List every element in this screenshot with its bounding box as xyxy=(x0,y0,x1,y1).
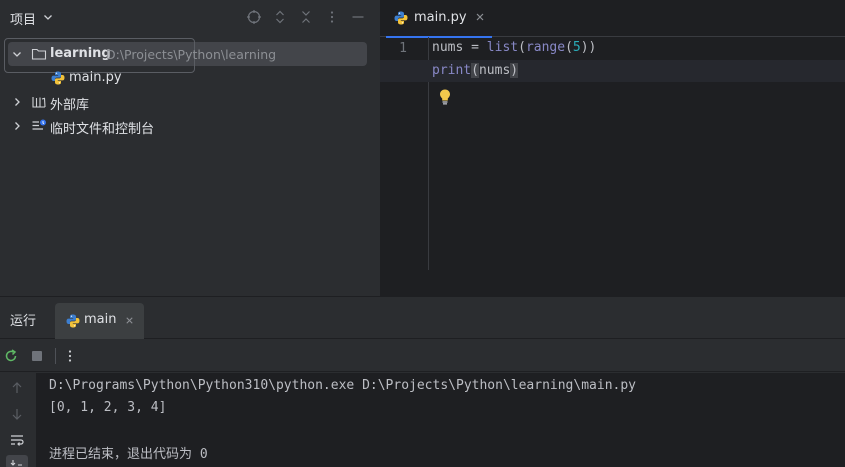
run-panel-title: 运行 xyxy=(10,314,37,329)
code-token: )) xyxy=(580,40,597,55)
line-number: 1 xyxy=(399,41,407,56)
stop-icon[interactable] xyxy=(29,348,45,364)
more-vertical-icon[interactable] xyxy=(324,9,340,25)
run-toolbar xyxy=(0,340,845,372)
console-line: D:\Programs\Python\Python310\python.exe … xyxy=(49,378,636,393)
editor-bottom-area xyxy=(380,270,845,296)
tree-item-label: 临时文件和控制台 xyxy=(50,122,155,137)
code-token: ( xyxy=(565,40,573,55)
console-line: [0, 1, 2, 3, 4] xyxy=(49,400,167,415)
run-tab-label: main xyxy=(84,312,117,327)
console-output[interactable]: D:\Programs\Python\Python310\python.exe … xyxy=(36,373,845,467)
tab-label: main.py xyxy=(414,10,467,25)
arrow-down-icon[interactable] xyxy=(9,406,25,422)
code-token: ) xyxy=(510,63,519,78)
close-icon[interactable] xyxy=(124,315,135,326)
code-line[interactable]: nums = list(range(5)) xyxy=(432,40,596,55)
tree-item-learning[interactable]: learning D:\Projects\Python\learning xyxy=(0,38,379,73)
chevron-right-icon[interactable] xyxy=(11,96,23,108)
close-icon[interactable] xyxy=(474,11,486,23)
rerun-icon[interactable] xyxy=(3,348,19,364)
minimize-icon[interactable] xyxy=(350,9,366,25)
scroll-to-end-icon[interactable] xyxy=(6,455,28,467)
python-file-icon xyxy=(394,11,408,25)
editor-tab-bar: main.py xyxy=(380,0,845,38)
arrow-up-icon[interactable] xyxy=(9,380,25,396)
code-token: range xyxy=(525,40,566,55)
run-panel: 运行 main D:\Programs\Python\Python310\pyt… xyxy=(0,296,845,467)
chevron-down-icon[interactable] xyxy=(11,48,23,60)
library-icon xyxy=(32,97,46,108)
code-token: list xyxy=(486,40,519,55)
scratches-icon xyxy=(32,119,46,130)
tree-item-main-py[interactable]: main.py xyxy=(0,66,379,90)
run-tab-main[interactable]: main xyxy=(55,303,144,339)
soft-wrap-icon[interactable] xyxy=(9,432,25,448)
lightbulb-icon[interactable] xyxy=(438,88,452,106)
tree-item-label: learning xyxy=(50,46,111,61)
editor: main.py 1 2 nums = list(range(5)) print(… xyxy=(380,0,845,296)
code-token: = xyxy=(463,40,487,55)
tree-item-label: main.py xyxy=(69,70,122,85)
collapse-all-icon[interactable] xyxy=(298,9,314,25)
tab-main-py[interactable]: main.py xyxy=(386,0,492,38)
code-token: nums xyxy=(478,63,511,78)
code-line[interactable]: print(nums) xyxy=(432,63,519,78)
python-run-icon xyxy=(66,314,80,328)
tree-item-path: D:\Projects\Python\learning xyxy=(106,47,277,62)
code-token: 5 xyxy=(572,40,581,55)
python-file-icon xyxy=(51,71,65,85)
code-token: ( xyxy=(518,40,526,55)
console-side-toolbar xyxy=(0,373,35,467)
project-title[interactable]: 项目 xyxy=(10,9,36,28)
console-line: 进程已结束，退出代码为 0 xyxy=(49,447,208,462)
tree-item-external-libraries[interactable]: 外部库 xyxy=(0,90,379,114)
code-area[interactable]: nums = list(range(5)) print(nums) xyxy=(380,37,845,270)
project-panel: 项目 learning D:\Projects\Python\learning … xyxy=(0,0,379,296)
chevron-down-icon[interactable] xyxy=(42,11,54,23)
code-token: nums xyxy=(432,40,464,55)
chevron-right-icon[interactable] xyxy=(11,120,23,132)
tree-item-label: 外部库 xyxy=(50,98,90,113)
more-vertical-icon[interactable] xyxy=(62,348,78,364)
code-token: print xyxy=(432,63,472,78)
crosshair-icon[interactable] xyxy=(246,9,262,25)
tree-item-scratches[interactable]: 临时文件和控制台 xyxy=(0,114,379,138)
code-token: ( xyxy=(471,63,479,78)
run-header: 运行 main xyxy=(0,297,845,339)
folder-icon xyxy=(31,48,47,60)
toolbar-separator xyxy=(55,348,56,364)
project-header: 项目 xyxy=(0,0,379,34)
expand-collapse-icon[interactable] xyxy=(272,9,288,25)
